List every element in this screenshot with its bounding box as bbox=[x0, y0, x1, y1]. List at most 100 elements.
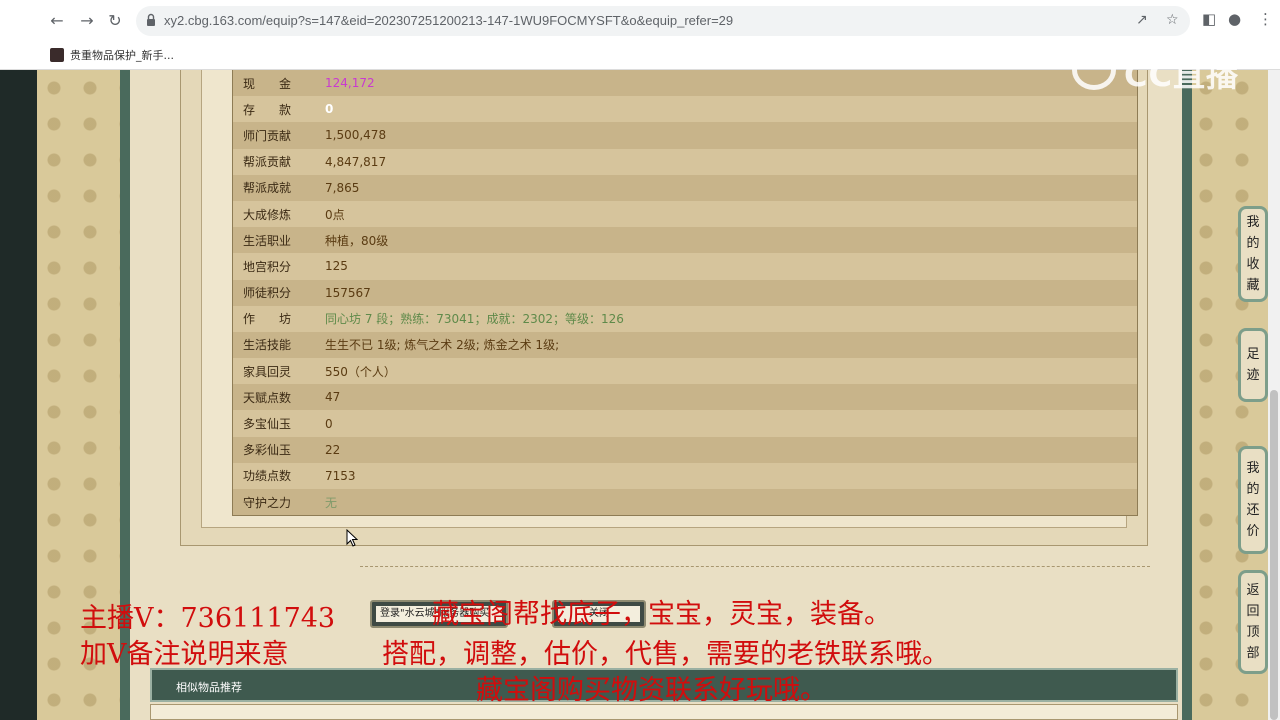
row-label: 作 坊 bbox=[243, 312, 292, 327]
side-nav-char: 我 bbox=[1246, 461, 1260, 476]
table-row: 现 金 124,172 bbox=[233, 70, 1137, 97]
side-nav-char: 迹 bbox=[1246, 368, 1260, 383]
row-value: 无 bbox=[325, 495, 338, 510]
mouse-cursor-icon bbox=[346, 529, 358, 547]
table-row: 家具回灵 550（个人） bbox=[233, 358, 1137, 385]
row-value: 550（个人） bbox=[325, 364, 396, 379]
bookmark-label: 贵重物品保护_新手... bbox=[70, 49, 174, 62]
side-nav-char: 返 bbox=[1246, 583, 1260, 598]
side-nav-char: 藏 bbox=[1246, 278, 1260, 293]
table-row: 作 坊 同心坊 7 段；熟练：73041；成就：2302；等级：126 bbox=[233, 305, 1137, 332]
row-value: 种植，80级 bbox=[325, 233, 389, 248]
profile-icon[interactable]: ● bbox=[1228, 10, 1241, 28]
side-nav-char: 的 bbox=[1246, 236, 1260, 251]
left-shadow bbox=[0, 70, 37, 720]
overlay-service-line1: 藏宝阁帮找底子，宝宝，灵宝，装备。 bbox=[432, 599, 891, 630]
scrollbar-thumb[interactable] bbox=[1270, 390, 1278, 720]
table-row: 师徒积分 157567 bbox=[233, 279, 1137, 306]
star-icon[interactable]: ☆ bbox=[1166, 12, 1179, 28]
attribute-table: 现 金 124,172 存 款 0 师门贡献 1,500,478 帮派贡献 4,847,817… bbox=[232, 70, 1138, 517]
side-nav-char: 收 bbox=[1246, 257, 1260, 272]
row-value: 124,172 bbox=[325, 76, 375, 91]
row-label: 师徒积分 bbox=[243, 286, 292, 301]
row-value: 7153 bbox=[325, 468, 356, 483]
table-row: 功绩点数 7153 bbox=[233, 462, 1137, 489]
table-row: 存 款 0 bbox=[233, 96, 1137, 123]
row-label: 帮派成就 bbox=[243, 181, 292, 196]
table-row: 帮派贡献 4,847,817 bbox=[233, 148, 1137, 175]
side-nav-char: 顶 bbox=[1246, 625, 1260, 640]
overlay-service-line2: 搭配，调整，估价，代售，需要的老铁联系哦。 bbox=[382, 639, 949, 670]
address-bar[interactable]: xy2.cbg.163.com/equip?s=147&eid=20230725… bbox=[136, 6, 1190, 36]
overlay-streamer-id: 主播V：736111743 bbox=[80, 603, 336, 634]
row-value: 同心坊 7 段；熟练：73041；成就：2302；等级：126 bbox=[325, 312, 624, 327]
table-row: 守护之力 无 bbox=[233, 489, 1137, 516]
side-nav-char: 还 bbox=[1246, 503, 1260, 518]
row-value: 4,847,817 bbox=[325, 154, 387, 169]
forward-icon[interactable]: → bbox=[76, 10, 98, 32]
row-value: 7,865 bbox=[325, 180, 360, 195]
row-label: 现 金 bbox=[243, 76, 292, 91]
row-label: 存 款 bbox=[243, 102, 292, 117]
cc-logo-icon bbox=[1072, 50, 1116, 90]
share-icon[interactable]: ↗ bbox=[1136, 12, 1148, 28]
table-row: 多宝仙玉 0 bbox=[233, 410, 1137, 437]
row-label: 师门贡献 bbox=[243, 128, 292, 143]
back-to-top-button[interactable]: 返回顶部 bbox=[1238, 570, 1268, 674]
favorites-button[interactable]: 我的收藏 bbox=[1238, 206, 1268, 302]
overlay-service-line3: 藏宝阁购买物资联系好玩哦。 bbox=[476, 675, 827, 706]
row-label: 多彩仙玉 bbox=[243, 443, 292, 458]
sidepanel-icon[interactable]: ◧ bbox=[1202, 10, 1216, 28]
row-value: 0点 bbox=[325, 207, 345, 222]
row-label: 多宝仙玉 bbox=[243, 417, 292, 432]
row-label: 大成修炼 bbox=[243, 207, 292, 222]
row-label: 家具回灵 bbox=[243, 364, 292, 379]
row-value: 47 bbox=[325, 390, 341, 405]
menu-icon[interactable]: ⋮ bbox=[1258, 10, 1273, 28]
row-label: 地宫积分 bbox=[243, 259, 292, 274]
cc-live-watermark: CC直播 bbox=[1072, 48, 1242, 94]
scrollbar[interactable] bbox=[1268, 70, 1280, 720]
row-value: 125 bbox=[325, 259, 348, 274]
side-nav-char: 部 bbox=[1246, 646, 1260, 661]
table-row: 大成修炼 0点 bbox=[233, 200, 1137, 228]
row-value: 0 bbox=[325, 416, 333, 431]
lock-icon bbox=[147, 13, 155, 26]
info-panel: 现 金 124,172 存 款 0 师门贡献 1,500,478 帮派贡献 4,847,817… bbox=[180, 70, 1148, 546]
footprint-button[interactable]: 足迹 bbox=[1238, 328, 1268, 402]
divider bbox=[360, 566, 1150, 567]
side-nav-char: 回 bbox=[1246, 604, 1260, 619]
back-icon[interactable]: ← bbox=[46, 10, 68, 32]
bookmark-item[interactable]: 贵重物品保护_新手... bbox=[50, 46, 174, 64]
row-label: 天赋点数 bbox=[243, 390, 292, 405]
similar-items-title: 相似物品推荐 bbox=[176, 681, 242, 694]
row-value: 生生不已 1级; 炼气之术 2级; 炼金之术 1级; bbox=[325, 338, 560, 353]
info-panel-inner: 现 金 124,172 存 款 0 师门贡献 1,500,478 帮派贡献 4,847,817… bbox=[201, 70, 1138, 528]
row-value: 157567 bbox=[325, 285, 371, 300]
overlay-note: 加V备注说明来意 bbox=[80, 639, 289, 670]
row-value: 22 bbox=[325, 442, 341, 457]
bookmark-favicon-icon bbox=[50, 48, 64, 62]
table-row: 师门贡献 1,500,478 bbox=[233, 122, 1137, 149]
table-row: 生活技能 生生不已 1级; 炼气之术 2级; 炼金之术 1级; bbox=[233, 331, 1137, 359]
side-nav-char: 足 bbox=[1246, 347, 1260, 362]
row-label: 生活技能 bbox=[243, 338, 292, 353]
row-label: 帮派贡献 bbox=[243, 155, 292, 170]
side-nav-char: 的 bbox=[1246, 482, 1260, 497]
url-text: xy2.cbg.163.com/equip?s=147&eid=20230725… bbox=[164, 13, 734, 28]
table-row: 地宫积分 125 bbox=[233, 253, 1137, 280]
table-row: 多彩仙玉 22 bbox=[233, 436, 1137, 463]
navbar: ← → ↻ xy2.cbg.163.com/equip?s=147&eid=20… bbox=[0, 0, 1280, 42]
my-bargain-button[interactable]: 我的还价 bbox=[1238, 446, 1268, 554]
watermark-text: CC直播 bbox=[1124, 56, 1239, 94]
row-label: 功绩点数 bbox=[243, 469, 292, 484]
table-row: 天赋点数 47 bbox=[233, 384, 1137, 411]
table-row: 帮派成就 7,865 bbox=[233, 174, 1137, 201]
row-value: 0 bbox=[325, 102, 334, 117]
side-nav-char: 我 bbox=[1246, 215, 1260, 230]
row-value: 1,500,478 bbox=[325, 128, 387, 143]
reload-icon[interactable]: ↻ bbox=[104, 10, 126, 32]
side-nav-char: 价 bbox=[1246, 524, 1260, 539]
table-row: 生活职业 种植，80级 bbox=[233, 227, 1137, 254]
row-label: 守护之力 bbox=[243, 495, 292, 510]
